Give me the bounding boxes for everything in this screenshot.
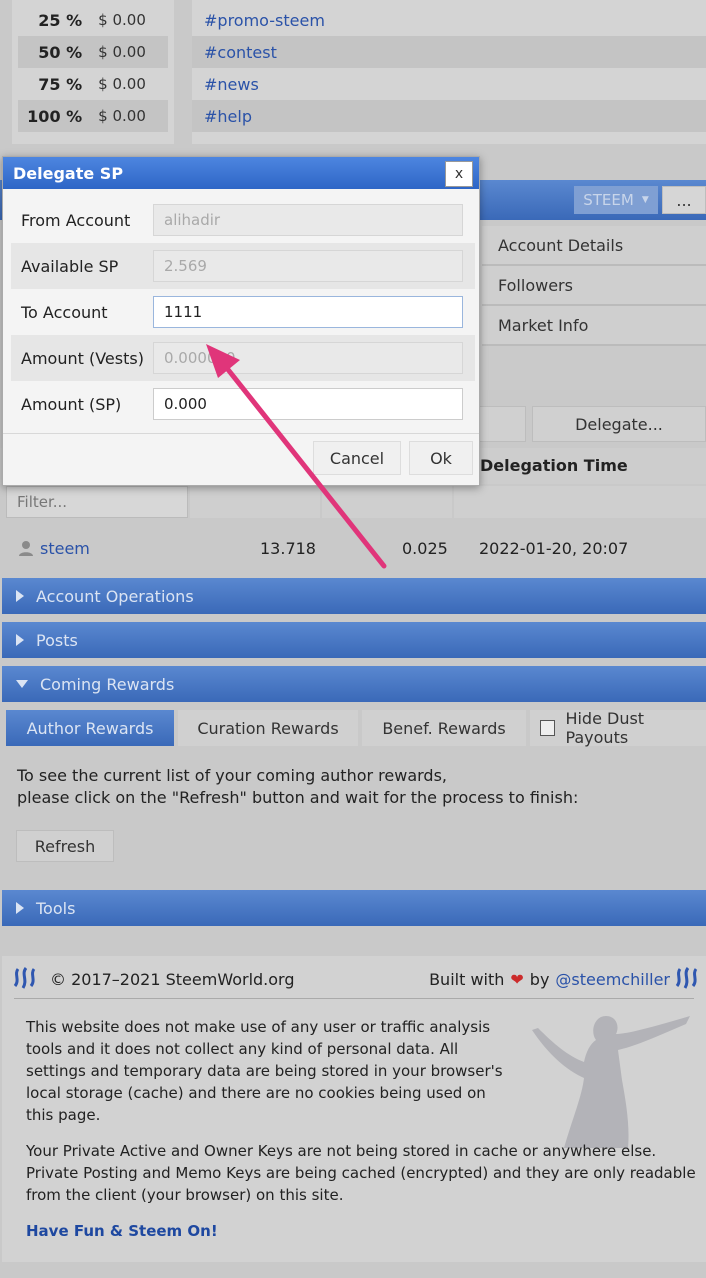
rewards-instructions: To see the current list of your coming a… bbox=[17, 765, 706, 809]
refresh-button[interactable]: Refresh bbox=[16, 830, 114, 862]
ok-button[interactable]: Ok bbox=[409, 441, 473, 475]
built-with-credit: Built with ❤ by @steemchiller bbox=[429, 970, 670, 989]
amount-sp-input[interactable]: 0.000 bbox=[153, 388, 463, 420]
side-menu: Account Details Followers Market Info bbox=[482, 226, 706, 346]
caret-right-icon bbox=[16, 634, 24, 646]
amount-sp-row: Amount (SP) 0.000 bbox=[11, 381, 475, 427]
by-label: by bbox=[529, 970, 550, 989]
from-account-field: alihadir bbox=[153, 204, 463, 236]
delegatee-link[interactable]: steem bbox=[40, 539, 90, 558]
section-account-operations[interactable]: Account Operations bbox=[2, 578, 706, 614]
filter-column-cell bbox=[454, 486, 706, 518]
to-account-row: To Account 1111 bbox=[11, 289, 475, 335]
rewards-pct: 75 % bbox=[38, 74, 83, 94]
rewards-percent-panel: 25 % $ 0.00 50 % $ 0.00 75 % $ 0.00 100 % $ … bbox=[12, 0, 174, 144]
menu-item-account-details[interactable]: Account Details bbox=[482, 226, 706, 266]
dialog-footer-divider bbox=[3, 433, 479, 434]
rewards-pct: 50 % bbox=[38, 42, 83, 62]
delegate-button[interactable]: Delegate... bbox=[532, 406, 706, 442]
close-button[interactable]: x bbox=[445, 161, 473, 187]
delegation-value: 0.025 bbox=[402, 539, 448, 558]
instruction-line: please click on the "Refresh" button and… bbox=[17, 788, 579, 807]
delegation-time-header: Delegation Time bbox=[480, 456, 628, 475]
delegated-sp: 13.718 bbox=[260, 539, 316, 558]
rewards-row: 75 % $ 0.00 bbox=[18, 68, 168, 100]
chevron-down-icon: ▼ bbox=[641, 195, 649, 205]
steem-logo-icon bbox=[12, 966, 42, 994]
keys-text: Your Private Active and Owner Keys are n… bbox=[26, 1142, 696, 1204]
hide-dust-label: Hide Dust Payouts bbox=[565, 709, 645, 747]
section-coming-rewards[interactable]: Coming Rewards bbox=[2, 666, 706, 702]
tag-link[interactable]: #contest bbox=[192, 36, 706, 68]
available-sp-field: 2.569 bbox=[153, 250, 463, 282]
filter-column-cell bbox=[190, 486, 320, 518]
table-row: steem 13.718 0.025 2022-01-20, 20:07 bbox=[0, 528, 706, 570]
rewards-amount: $ 0.00 bbox=[98, 11, 146, 29]
tags-panel: #promo-steem #contest #news #help bbox=[192, 0, 706, 144]
author-link[interactable]: @steemchiller bbox=[555, 970, 670, 989]
currency-label: STEEM bbox=[583, 191, 634, 209]
to-account-input[interactable]: 1111 bbox=[153, 296, 463, 328]
caret-right-icon bbox=[16, 590, 24, 602]
from-account-row: From Account alihadir bbox=[11, 197, 475, 243]
delegation-time: 2022-01-20, 20:07 bbox=[479, 539, 629, 558]
privacy-text: This website does not make use of any us… bbox=[26, 1018, 503, 1124]
available-sp-row: Available SP 2.569 bbox=[11, 243, 475, 289]
menu-item-market-info[interactable]: Market Info bbox=[482, 306, 706, 346]
menu-spacer bbox=[482, 346, 706, 390]
to-account-label: To Account bbox=[21, 302, 108, 322]
rewards-row: 100 % $ 0.00 bbox=[18, 100, 168, 132]
tab-author-rewards[interactable]: Author Rewards bbox=[6, 710, 174, 746]
section-title: Tools bbox=[36, 898, 76, 918]
more-button[interactable]: ... bbox=[662, 186, 706, 214]
hide-dust-toggle[interactable]: Hide Dust Payouts bbox=[530, 709, 706, 747]
section-title: Account Operations bbox=[36, 586, 194, 606]
rewards-row: 25 % $ 0.00 bbox=[18, 4, 168, 36]
tag-link[interactable]: #promo-steem bbox=[192, 4, 706, 36]
rewards-amount: $ 0.00 bbox=[98, 43, 146, 61]
dialog-header: Delegate SP bbox=[3, 157, 479, 189]
dialog-title: Delegate SP bbox=[13, 163, 124, 183]
checkbox[interactable] bbox=[540, 720, 556, 736]
built-with-label: Built with bbox=[429, 970, 505, 989]
instruction-line: To see the current list of your coming a… bbox=[17, 766, 447, 785]
toolbar-blank-button[interactable] bbox=[476, 406, 526, 442]
tag-link[interactable]: #help bbox=[192, 100, 706, 132]
filter-input[interactable]: Filter... bbox=[6, 486, 188, 518]
section-title: Posts bbox=[36, 630, 78, 650]
rewards-row: 50 % $ 0.00 bbox=[18, 36, 168, 68]
user-icon bbox=[18, 540, 34, 560]
amount-vests-label: Amount (Vests) bbox=[21, 348, 144, 368]
heart-icon: ❤ bbox=[510, 970, 524, 989]
section-posts[interactable]: Posts bbox=[2, 622, 706, 658]
tab-benef-rewards[interactable]: Benef. Rewards bbox=[362, 710, 526, 746]
rewards-pct: 25 % bbox=[38, 10, 83, 30]
available-sp-label: Available SP bbox=[21, 256, 119, 276]
section-title: Coming Rewards bbox=[40, 674, 175, 694]
amount-vests-row: Amount (Vests) 0.000000 bbox=[11, 335, 475, 381]
rewards-amount: $ 0.00 bbox=[98, 75, 146, 93]
section-tools[interactable]: Tools bbox=[2, 890, 706, 926]
rewards-pct: 100 % bbox=[27, 106, 83, 126]
cancel-button[interactable]: Cancel bbox=[313, 441, 401, 475]
silhouette-image bbox=[526, 1014, 702, 1152]
motto-link[interactable]: Have Fun & Steem On! bbox=[26, 1222, 218, 1240]
amount-vests-field: 0.000000 bbox=[153, 342, 463, 374]
amount-sp-label: Amount (SP) bbox=[21, 394, 122, 414]
delegate-sp-dialog: Delegate SP x From Account alihadir Avai… bbox=[2, 156, 480, 486]
tab-curation-rewards[interactable]: Curation Rewards bbox=[178, 710, 358, 746]
caret-down-icon bbox=[16, 680, 28, 688]
copyright: © 2017–2021 SteemWorld.org bbox=[50, 970, 295, 989]
rewards-amount: $ 0.00 bbox=[98, 107, 146, 125]
menu-item-followers[interactable]: Followers bbox=[482, 266, 706, 306]
footer-divider bbox=[14, 998, 694, 999]
footer: © 2017–2021 SteemWorld.org Built with ❤ … bbox=[2, 956, 706, 1262]
filter-column-cell bbox=[322, 486, 452, 518]
from-account-label: From Account bbox=[21, 210, 131, 230]
steem-logo-icon bbox=[674, 966, 704, 994]
currency-select[interactable]: STEEM ▼ bbox=[574, 186, 658, 214]
caret-right-icon bbox=[16, 902, 24, 914]
tag-link[interactable]: #news bbox=[192, 68, 706, 100]
